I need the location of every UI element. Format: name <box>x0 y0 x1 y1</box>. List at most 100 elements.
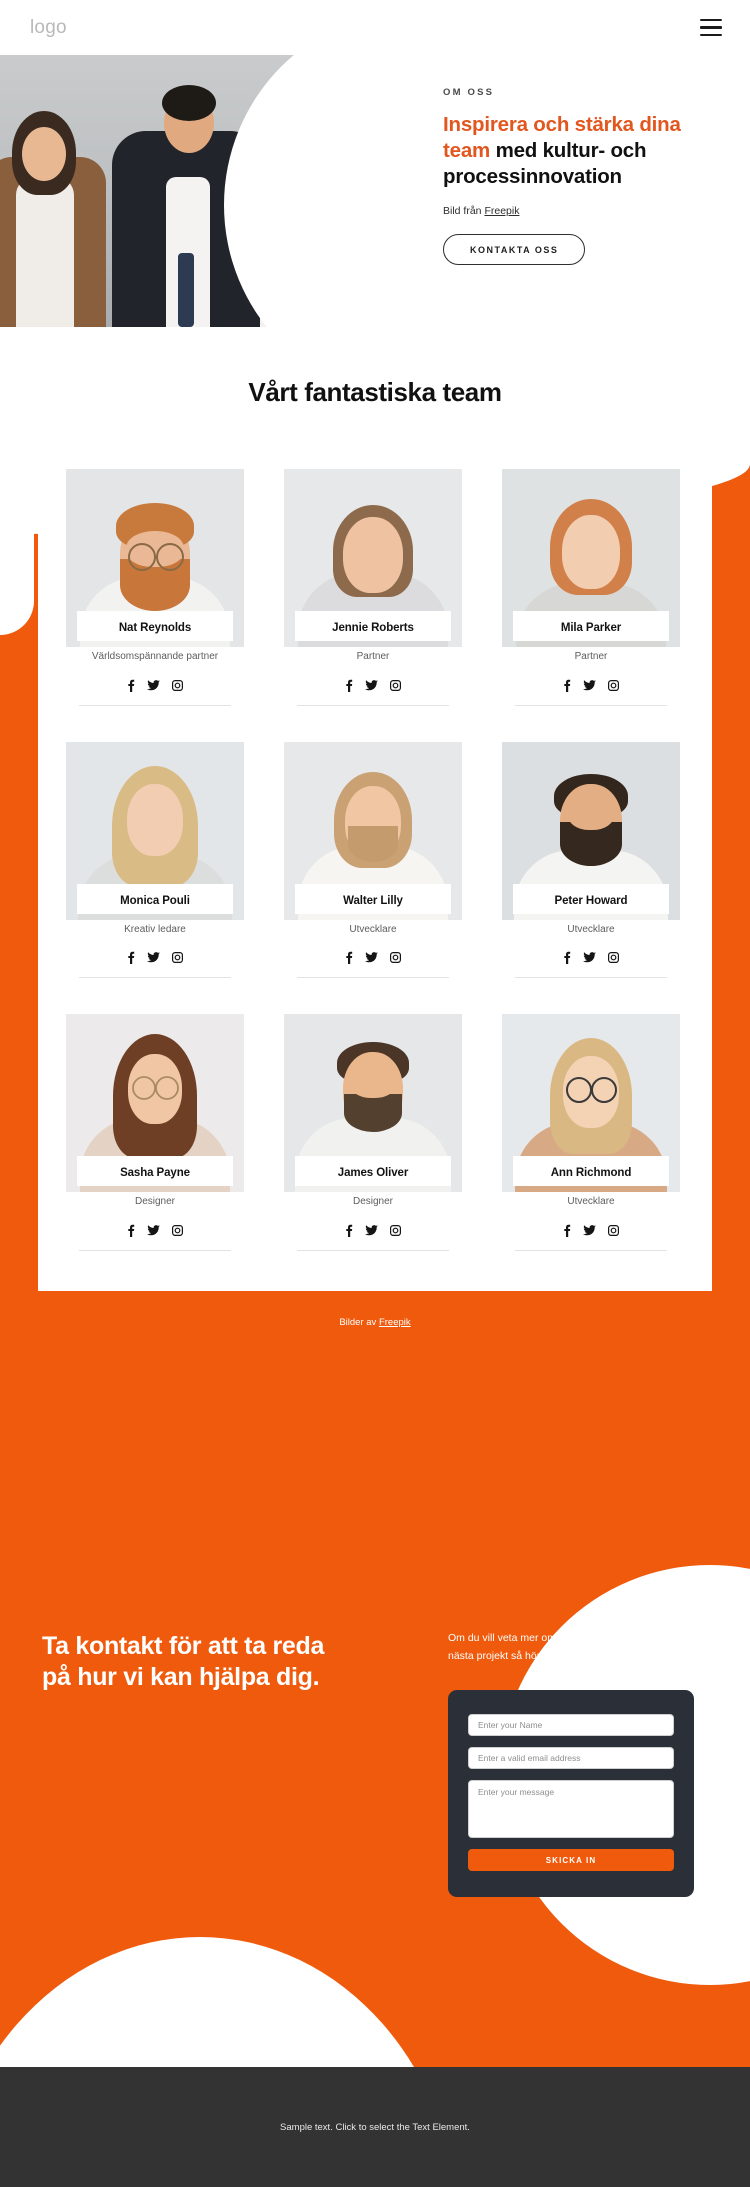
hero-text-block: OM OSS Inspirera och stärka dina team me… <box>443 87 733 266</box>
member-name-band: James Oliver <box>295 1156 451 1186</box>
hero-credit-prefix: Bild från <box>443 205 485 218</box>
instagram-icon[interactable] <box>172 679 183 691</box>
team-credit-prefix: Bilder av <box>339 1317 379 1328</box>
facebook-icon[interactable] <box>563 951 571 964</box>
hero-person-left <box>0 55 106 327</box>
member-role: Designer <box>134 1196 176 1207</box>
footer-text[interactable]: Sample text. Click to select the Text El… <box>280 2122 470 2133</box>
member-name: Peter Howard <box>554 894 628 907</box>
site-footer: Sample text. Click to select the Text El… <box>0 2067 750 2187</box>
team-member-card[interactable]: Peter Howard Utvecklare <box>482 741 700 978</box>
team-member-card[interactable]: Ann Richmond Utvecklare <box>482 1014 700 1251</box>
member-divider <box>79 704 231 706</box>
member-name-band: Jennie Roberts <box>295 611 451 641</box>
member-socials <box>482 1224 700 1237</box>
member-role: Kreativ ledare <box>124 923 186 935</box>
member-role: Partner <box>356 651 390 662</box>
contact-us-button[interactable]: KONTAKTA OSS <box>443 234 586 266</box>
facebook-icon[interactable] <box>345 951 353 964</box>
team-member-card[interactable]: James Oliver Designer <box>264 1014 482 1251</box>
hamburger-bar <box>700 33 722 36</box>
member-name-band: Sasha Payne <box>77 1156 233 1186</box>
team-member-card[interactable]: Nat Reynolds Världsomspännande partner <box>46 469 264 706</box>
hamburger-bar <box>700 19 722 22</box>
member-divider <box>79 1249 231 1251</box>
member-divider <box>79 977 231 978</box>
member-socials <box>46 679 264 692</box>
twitter-icon[interactable] <box>583 1224 596 1236</box>
member-name-band: Peter Howard <box>513 883 669 914</box>
instagram-icon[interactable] <box>172 1224 183 1236</box>
twitter-icon[interactable] <box>583 952 596 963</box>
member-divider <box>297 704 449 706</box>
hamburger-icon[interactable] <box>700 19 722 36</box>
member-role: Utvecklare <box>567 923 615 935</box>
contact-copy: Om du vill veta mer om hur vi kan hjälpa… <box>448 1632 693 1663</box>
team-member-card[interactable]: Walter Lilly Utvecklare <box>264 741 482 978</box>
member-name-band: Walter Lilly <box>295 883 451 914</box>
member-name: Jennie Roberts <box>332 622 414 634</box>
facebook-icon[interactable] <box>127 1224 135 1237</box>
hero-title: Inspirera och stärka dina team med kultu… <box>443 112 733 189</box>
page-title: Vårt fantastiska team <box>248 377 502 407</box>
member-name-band: Monica Pouli <box>77 883 233 914</box>
instagram-icon[interactable] <box>390 679 401 691</box>
instagram-icon[interactable] <box>608 679 619 691</box>
member-role: Utvecklare <box>349 923 397 935</box>
submit-button[interactable]: SKICKA IN <box>468 1849 674 1871</box>
member-name: Monica Pouli <box>120 894 190 907</box>
team-image-credit: Bilder av Freepik <box>0 1317 750 1328</box>
team-grid: Nat Reynolds Världsomspännande partner J… <box>38 469 712 1287</box>
site-header: logo <box>0 0 750 55</box>
logo[interactable]: logo <box>30 17 67 39</box>
instagram-icon[interactable] <box>390 952 401 963</box>
facebook-icon[interactable] <box>127 951 135 964</box>
team-member-card[interactable]: Monica Pouli Kreativ ledare <box>46 741 264 978</box>
member-name: Walter Lilly <box>343 894 403 907</box>
hero-credit-link[interactable]: Freepik <box>484 205 519 217</box>
member-name: Mila Parker <box>560 622 622 634</box>
message-field[interactable]: Enter your message <box>468 1780 674 1838</box>
member-divider <box>515 1249 667 1251</box>
twitter-icon[interactable] <box>365 952 378 963</box>
twitter-icon[interactable] <box>147 1224 160 1236</box>
facebook-icon[interactable] <box>563 679 571 692</box>
hamburger-bar <box>700 26 722 29</box>
hero-image <box>0 55 420 327</box>
instagram-icon[interactable] <box>608 1224 619 1236</box>
facebook-icon[interactable] <box>345 679 353 692</box>
facebook-icon[interactable] <box>563 1224 571 1237</box>
member-name: James Oliver <box>337 1167 409 1179</box>
twitter-icon[interactable] <box>147 679 160 691</box>
member-name: Nat Reynolds <box>118 622 192 634</box>
twitter-icon[interactable] <box>365 679 378 691</box>
member-name-band: Nat Reynolds <box>77 611 233 641</box>
team-notch <box>0 465 34 635</box>
team-member-card[interactable]: Mila Parker Partner <box>482 469 700 706</box>
twitter-icon[interactable] <box>583 679 596 691</box>
member-socials <box>46 1224 264 1237</box>
member-socials <box>264 951 482 964</box>
facebook-icon[interactable] <box>127 679 135 692</box>
member-socials <box>264 1224 482 1237</box>
team-member-card[interactable]: Jennie Roberts Partner <box>264 469 482 706</box>
twitter-icon[interactable] <box>365 1224 378 1236</box>
member-socials <box>482 951 700 964</box>
twitter-icon[interactable] <box>147 952 160 963</box>
name-field[interactable]: Enter your Name <box>468 1714 674 1736</box>
team-member-card[interactable]: Sasha Payne Designer <box>46 1014 264 1251</box>
contact-section: Ta kontakt för att ta reda på hur vi kan… <box>0 1445 750 2067</box>
member-socials <box>482 679 700 692</box>
hero-eyebrow: OM OSS <box>443 87 495 98</box>
instagram-icon[interactable] <box>390 1224 401 1236</box>
email-field[interactable]: Enter a valid email address <box>468 1747 674 1769</box>
member-divider <box>297 1249 449 1251</box>
facebook-icon[interactable] <box>345 1224 353 1237</box>
member-role: Partner <box>574 651 608 662</box>
instagram-icon[interactable] <box>172 952 183 963</box>
member-divider <box>515 977 667 978</box>
instagram-icon[interactable] <box>608 952 619 963</box>
member-name-band: Mila Parker <box>513 611 669 641</box>
team-credit-link[interactable]: Freepik <box>379 1317 411 1328</box>
member-role: Utvecklare <box>567 1196 615 1207</box>
